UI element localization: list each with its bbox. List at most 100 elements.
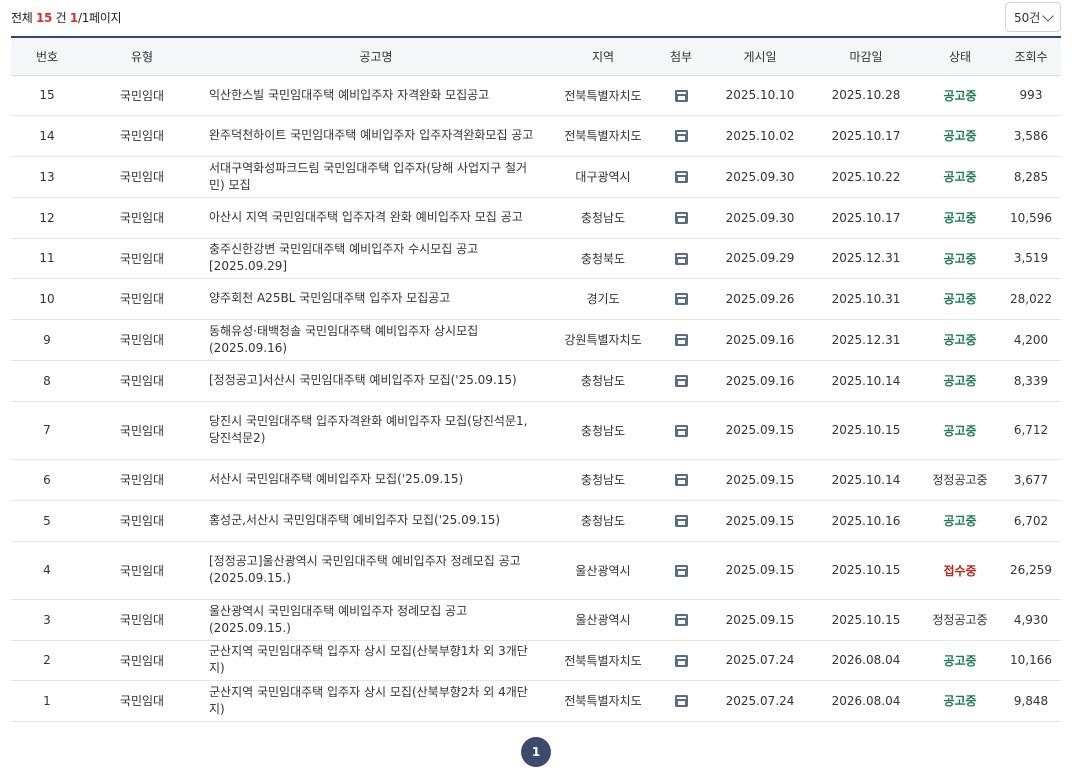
row-posted-date: 2025.09.15 [725,472,795,487]
row-title-link[interactable]: 군산지역 국민임대주택 입주자 상시 모집(산북부향2차 외 4개단지) [201,680,551,721]
row-number: 10 [39,291,55,306]
row-title-link[interactable]: 홍성군,서산시 국민임대주택 예비입주자 모집('25.09.15) [201,500,551,541]
col-header-region: 지역 [551,36,655,76]
row-status: 공고중 [943,514,977,528]
table-row[interactable]: 14 국민임대 완주덕천하이트 국민임대주택 예비입주자 입주자격완화모집 공고 전북… [11,115,1061,156]
row-views: 8,285 [1013,169,1049,184]
table-row[interactable]: 1 국민임대 군산지역 국민임대주택 입주자 상시 모집(산북부향2차 외 4개단지… [11,680,1061,721]
row-type: 국민임대 [119,613,165,627]
table-row[interactable]: 3 국민임대 울산광역시 국민임대주택 예비입주자 정례모집 공고(2025.09.… [11,599,1061,640]
attachment-icon[interactable] [674,130,688,142]
row-title-link[interactable]: 동해유성·태백청솔 국민임대주택 예비입주자 상시모집(2025.09.16) [201,319,551,360]
attachment-icon[interactable] [674,424,688,437]
attachment-icon[interactable] [674,334,688,346]
row-views: 10,166 [1010,653,1052,667]
row-number: 11 [39,251,55,265]
row-title-link[interactable]: [정정공고]서산시 국민임대주택 예비입주자 모집('25.09.15) [201,360,551,401]
row-status: 공고중 [943,374,977,388]
table-row[interactable]: 13 국민임대 서대구역화성파크드림 국민임대주택 입주자(당해 사업지구 철거민)… [11,156,1061,197]
row-region: 전북특별자치도 [564,694,642,708]
attachment-icon[interactable] [674,614,688,626]
pagination-page-1[interactable]: 1 [521,737,551,767]
notice-table: 번호 유형 공고명 지역 첨부 게시일 마감일 상태 조회수 15 국민임대 익산한… [11,36,1061,722]
page-suffix: /1페이지 [77,11,122,25]
attachment-icon[interactable] [674,252,688,265]
row-status: 공고중 [943,292,977,306]
row-title-link[interactable]: 양주회천 A25BL 국민임대주택 입주자 모집공고 [201,278,551,319]
current-page-number: 1 [69,11,78,25]
table-row[interactable]: 9 국민임대 동해유성·태백청솔 국민임대주택 예비입주자 상시모집(2025.09… [11,319,1061,360]
row-region: 충청남도 [580,423,626,438]
attachment [655,541,707,599]
table-row[interactable]: 6 국민임대 서산시 국민임대주택 예비입주자 모집('25.09.15) 충청남도 2… [11,459,1061,500]
row-title-link[interactable]: 익산한스빌 국민임대주택 예비입주자 자격완화 모집공고 [201,75,551,115]
table-row[interactable]: 11 국민임대 충주신한강변 국민임대주택 예비입주자 수시모집 공고[2025.0… [11,238,1061,278]
attachment [655,459,707,500]
row-deadline: 2025.12.31 [831,251,901,265]
row-number: 7 [43,423,51,437]
row-title-link[interactable]: 충주신한강변 국민임대주택 예비입주자 수시모집 공고[2025.09.29] [201,238,551,278]
row-type: 국민임대 [119,423,165,438]
attachment-icon[interactable] [674,212,688,224]
row-title-link[interactable]: 서산시 국민임대주택 예비입주자 모집('25.09.15) [201,459,551,500]
row-title-link[interactable]: 울산광역시 국민임대주택 예비입주자 정례모집 공고(2025.09.15.) [201,599,551,640]
table-row[interactable]: 4 국민임대 [정정공고]울산광역시 국민임대주택 예비입주자 정례모집 공고 (2… [11,541,1061,599]
attachment-icon[interactable] [674,654,688,667]
attachment-icon[interactable] [674,89,688,102]
table-row[interactable]: 8 국민임대 [정정공고]서산시 국민임대주택 예비입주자 모집('25.09.15… [11,360,1061,401]
row-status: 공고중 [943,694,977,708]
attachment [655,115,707,156]
row-views: 8,339 [1013,373,1049,388]
table-row[interactable]: 10 국민임대 양주회천 A25BL 국민임대주택 입주자 모집공고 경기도 2025.… [11,278,1061,319]
row-region: 충청남도 [580,211,626,225]
table-row[interactable]: 12 국민임대 아산시 지역 국민임대주택 입주자격 완화 예비입주자 모집 공고 충… [11,197,1061,238]
row-title-link[interactable]: 서대구역화성파크드림 국민임대주택 입주자(당해 사업지구 철거민) 모집 [201,156,551,197]
table-row[interactable]: 7 국민임대 당진시 국민임대주택 입주자격완화 예비입주자 모집(당진석문1, 당… [11,401,1061,459]
table-row[interactable]: 15 국민임대 익산한스빌 국민임대주택 예비입주자 자격완화 모집공고 전북특별자치… [11,75,1061,115]
attachment-icon[interactable] [674,564,688,577]
row-status: 공고중 [943,170,977,184]
page-size-select[interactable]: 50건 [1005,2,1061,32]
col-header-status: 상태 [919,36,1001,76]
list-toolbar: 전체 15 건 1/1페이지 50건 [11,0,1061,36]
row-region: 경기도 [586,292,620,306]
row-type: 국민임대 [119,251,165,266]
row-posted-date: 2025.09.15 [725,513,795,528]
row-region: 충청남도 [580,514,626,528]
attachment-icon[interactable] [674,515,688,527]
table-row[interactable]: 5 국민임대 홍성군,서산시 국민임대주택 예비입주자 모집('25.09.15) 충… [11,500,1061,541]
row-title-link[interactable]: 아산시 지역 국민임대주택 입주자격 완화 예비입주자 모집 공고 [201,197,551,238]
row-number: 2 [43,653,51,667]
row-views: 9,848 [1013,693,1049,708]
row-views: 26,259 [1010,563,1052,577]
row-title-link[interactable]: 당진시 국민임대주택 입주자격완화 예비입주자 모집(당진석문1, 당진석문2) [201,401,551,459]
table-row[interactable]: 2 국민임대 군산지역 국민임대주택 입주자 상시 모집(산북부향1차 외 3개단지… [11,640,1061,680]
row-number: 5 [43,513,51,528]
attachment [655,319,707,360]
row-deadline: 2025.10.16 [831,513,901,528]
row-type: 국민임대 [119,514,165,528]
chevron-down-icon [1042,10,1054,22]
row-deadline: 2025.10.28 [831,88,901,102]
row-views: 3,519 [1013,251,1049,265]
attachment-icon[interactable] [674,293,688,305]
attachment [655,680,707,721]
row-status: 공고중 [943,251,977,266]
attachment-icon[interactable] [674,695,688,707]
attachment [655,278,707,319]
col-header-type: 유형 [83,36,201,76]
row-region: 울산광역시 [575,563,631,578]
row-deadline: 2025.10.31 [831,291,901,306]
row-title-link[interactable]: 군산지역 국민임대주택 입주자 상시 모집(산북부향1차 외 3개단지) [201,640,551,680]
attachment-icon[interactable] [674,375,688,387]
row-title-link[interactable]: 완주덕천하이트 국민임대주택 예비입주자 입주자격완화모집 공고 [201,115,551,156]
row-title-link[interactable]: [정정공고]울산광역시 국민임대주택 예비입주자 정례모집 공고 (2025.0… [201,541,551,599]
row-region: 전북특별자치도 [564,129,642,143]
row-posted-date: 2025.09.15 [725,612,795,627]
row-number: 6 [43,472,51,487]
row-status: 접수중 [943,563,977,578]
attachment-icon[interactable] [674,171,688,183]
row-number: 1 [43,693,51,708]
row-type: 국민임대 [119,292,165,306]
attachment-icon[interactable] [674,474,688,486]
